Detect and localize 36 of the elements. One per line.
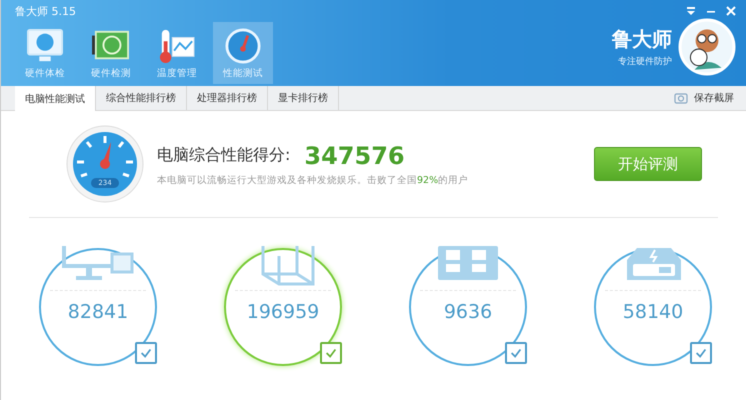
dropdown-icon[interactable]	[686, 6, 696, 16]
checkbox[interactable]	[505, 342, 527, 364]
camera-icon[interactable]	[674, 92, 688, 104]
save-screenshot-link[interactable]: 保存截屏	[694, 91, 734, 105]
component-score-circle[interactable]: 58140	[594, 248, 712, 366]
gauge-icon	[224, 28, 262, 64]
monitor-icon	[26, 28, 64, 64]
tab[interactable]: 电脑性能测试	[15, 86, 96, 111]
checkbox[interactable]	[135, 342, 157, 364]
checkmark-icon	[324, 346, 338, 360]
avatar-icon[interactable]	[678, 18, 736, 76]
score-label: 电脑综合性能得分:	[157, 145, 290, 166]
checkbox[interactable]	[690, 342, 712, 364]
close-icon[interactable]	[726, 6, 736, 16]
nav-item[interactable]: 硬件检测	[81, 22, 141, 84]
tab[interactable]: 显卡排行榜	[268, 86, 339, 110]
nav-item[interactable]: 硬件体检	[15, 22, 75, 84]
score-value: 347576	[304, 142, 405, 170]
nav-item[interactable]: 温度管理	[147, 22, 207, 84]
tab[interactable]: 综合性能排行榜	[96, 86, 187, 110]
score-description: 本电脑可以流畅运行大型游戏及各种发烧娱乐。击败了全国92%的用户	[157, 174, 470, 186]
checkbox[interactable]	[320, 342, 342, 364]
nav-item[interactable]: 性能测试	[213, 22, 273, 84]
thermometer-chart-icon	[158, 28, 196, 64]
checkmark-icon	[139, 346, 153, 360]
window-title: 鲁大师 5.15	[15, 4, 77, 20]
component-score-circle[interactable]: 82841	[39, 248, 157, 366]
checkmark-icon	[694, 346, 708, 360]
tab[interactable]: 处理器排行榜	[187, 86, 268, 110]
brand-slogan: 专注硬件防护	[617, 56, 672, 68]
start-test-button[interactable]: 开始评测	[594, 147, 702, 181]
component-score-circle[interactable]: 196959	[224, 248, 342, 366]
component-score-circle[interactable]: 9636	[409, 248, 527, 366]
brand-name: 鲁大师	[612, 26, 672, 53]
gauge-icon	[65, 124, 145, 204]
checkmark-icon	[509, 346, 523, 360]
